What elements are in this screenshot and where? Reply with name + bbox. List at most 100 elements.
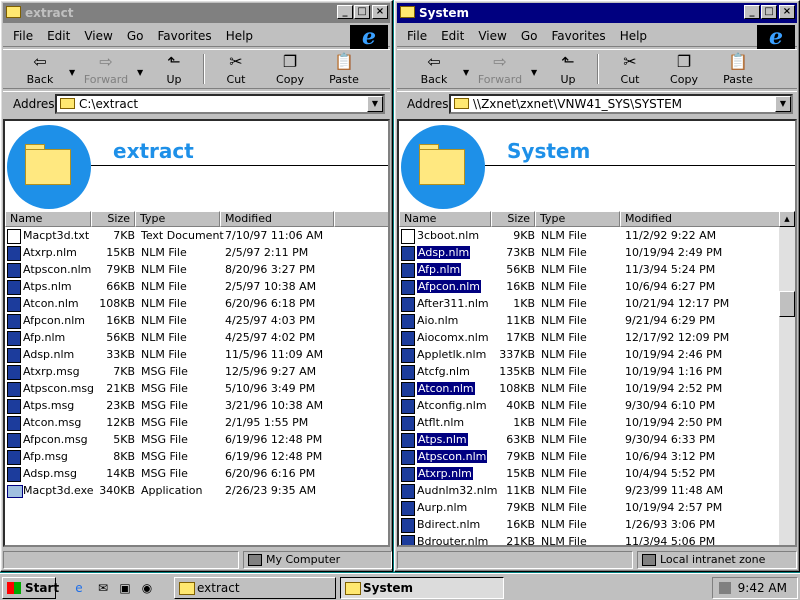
file-name[interactable]: Adsp.nlm <box>5 347 74 363</box>
column-modified[interactable]: Modified <box>620 211 780 227</box>
file-row[interactable]: Atconfig.nlm 40KB NLM File 9/30/94 6:10 PM <box>399 397 779 414</box>
file-row[interactable]: Macpt3d.exe 340KB Application 2/26/23 9:35 … <box>5 482 388 499</box>
menu-help[interactable]: Help <box>620 29 647 43</box>
file-name[interactable]: Atxrp.nlm <box>5 245 77 261</box>
file-name[interactable]: Atpscon.nlm <box>399 449 488 465</box>
forward-button[interactable]: ⇨ Forward <box>83 52 129 88</box>
file-name[interactable]: Bdirect.nlm <box>399 517 480 533</box>
file-row[interactable]: Atflt.nlm 1KB NLM File 10/19/94 2:50 PM <box>399 414 779 431</box>
column-modified[interactable]: Modified <box>220 211 334 227</box>
explorer-window-system[interactable]: System _ □ × File Edit View Go Favorites… <box>394 0 800 572</box>
back-button[interactable]: ⇦ Back <box>411 52 457 88</box>
clock[interactable]: 9:42 AM <box>738 581 787 595</box>
title-bar[interactable]: System _ □ × <box>397 3 797 23</box>
minimize-button[interactable]: _ <box>744 5 760 19</box>
file-name[interactable]: Adsp.msg <box>5 466 77 482</box>
menu-favorites[interactable]: Favorites <box>157 29 211 43</box>
file-name[interactable]: Adsp.nlm <box>399 245 471 261</box>
file-name[interactable]: Atcon.msg <box>5 415 81 431</box>
close-button[interactable]: × <box>372 5 388 19</box>
column-type[interactable]: Type <box>135 211 220 227</box>
scroll-thumb[interactable] <box>779 291 795 317</box>
file-name[interactable]: Aurp.nlm <box>399 500 467 516</box>
file-name[interactable]: Atps.nlm <box>399 432 468 448</box>
back-button[interactable]: ⇦ Back <box>17 52 63 88</box>
address-input[interactable]: \\Zxnet\zxnet\VNW41_SYS\SYSTEM ▼ <box>449 94 793 114</box>
file-row[interactable]: Atcon.msg 12KB MSG File 2/1/95 1:55 PM <box>5 414 388 431</box>
file-row[interactable]: Bdrouter.nlm 21KB NLM File 11/3/94 5:06 PM <box>399 533 779 545</box>
address-dropdown-button[interactable]: ▼ <box>367 96 383 112</box>
file-row[interactable]: Afpcon.nlm 16KB NLM File 4/25/97 4:03 PM <box>5 312 388 329</box>
file-name[interactable]: Macpt3d.txt <box>5 228 89 244</box>
column-size[interactable]: Size <box>491 211 535 227</box>
file-name[interactable]: Atxrp.nlm <box>399 466 473 482</box>
file-name[interactable]: Afp.msg <box>5 449 68 465</box>
maximize-button[interactable]: □ <box>354 5 370 19</box>
menu-file[interactable]: File <box>407 29 427 43</box>
column-size[interactable]: Size <box>91 211 135 227</box>
file-row[interactable]: Atcon.nlm 108KB NLM File 10/19/94 2:52 PM <box>399 380 779 397</box>
file-row[interactable]: After311.nlm 1KB NLM File 10/21/94 12:17 PM <box>399 295 779 312</box>
paste-button[interactable]: 📋 Paste <box>321 52 367 88</box>
file-row[interactable]: Atpscon.nlm 79KB NLM File 8/20/96 3:27 PM <box>5 261 388 278</box>
menu-help[interactable]: Help <box>226 29 253 43</box>
file-name[interactable]: Atpscon.nlm <box>5 262 91 278</box>
ie-quicklaunch-icon[interactable]: e <box>70 579 88 597</box>
file-row[interactable]: Aurp.nlm 79KB NLM File 10/19/94 2:57 PM <box>399 499 779 516</box>
file-row[interactable]: Afp.msg 8KB MSG File 6/19/96 12:48 PM <box>5 448 388 465</box>
address-input[interactable]: C:\extract ▼ <box>55 94 385 114</box>
file-row[interactable]: Aiocomx.nlm 17KB NLM File 12/17/92 12:09 PM <box>399 329 779 346</box>
task-button-extract[interactable]: extract <box>174 577 336 599</box>
file-row[interactable]: Adsp.msg 14KB MSG File 6/20/96 6:16 PM <box>5 465 388 482</box>
cut-button[interactable]: ✂ Cut <box>213 52 259 88</box>
file-row[interactable]: Adsp.nlm 73KB NLM File 10/19/94 2:49 PM <box>399 244 779 261</box>
menu-edit[interactable]: Edit <box>47 29 70 43</box>
file-list-pane[interactable]: System Name Size Type Modified 3cboot.nl… <box>397 119 797 547</box>
forward-dropdown-icon[interactable]: ▼ <box>137 68 143 77</box>
channels-quicklaunch-icon[interactable]: ◉ <box>138 579 156 597</box>
file-row[interactable]: Atxrp.nlm 15KB NLM File 2/5/97 2:11 PM <box>5 244 388 261</box>
explorer-window-extract[interactable]: extract _ □ × File Edit View Go Favorite… <box>0 0 393 572</box>
menu-go[interactable]: Go <box>127 29 144 43</box>
copy-button[interactable]: ❐ Copy <box>267 52 313 88</box>
cut-button[interactable]: ✂ Cut <box>607 52 653 88</box>
file-name[interactable]: Atxrp.msg <box>5 364 80 380</box>
file-name[interactable]: Atcfg.nlm <box>399 364 470 380</box>
file-name[interactable]: Atcon.nlm <box>5 296 79 312</box>
menu-view[interactable]: View <box>478 29 506 43</box>
file-row[interactable]: Adsp.nlm 33KB NLM File 11/5/96 11:09 AM <box>5 346 388 363</box>
file-name[interactable]: Atflt.nlm <box>399 415 464 431</box>
file-row[interactable]: Atps.nlm 66KB NLM File 2/5/97 10:38 AM <box>5 278 388 295</box>
menu-view[interactable]: View <box>84 29 112 43</box>
maximize-button[interactable]: □ <box>761 5 777 19</box>
file-name[interactable]: Afpcon.nlm <box>5 313 85 329</box>
file-row[interactable]: Aio.nlm 11KB NLM File 9/21/94 6:29 PM <box>399 312 779 329</box>
file-row[interactable]: Atcfg.nlm 135KB NLM File 10/19/94 1:16 PM <box>399 363 779 380</box>
address-dropdown-button[interactable]: ▼ <box>775 96 791 112</box>
copy-button[interactable]: ❐ Copy <box>661 52 707 88</box>
file-row[interactable]: Appletlk.nlm 337KB NLM File 10/19/94 2:46 P… <box>399 346 779 363</box>
file-row[interactable]: Macpt3d.txt 7KB Text Document 7/10/97 11:06… <box>5 227 388 244</box>
file-name[interactable]: Aio.nlm <box>399 313 458 329</box>
file-row[interactable]: Atps.msg 23KB MSG File 3/21/96 10:38 AM <box>5 397 388 414</box>
file-row[interactable]: Atps.nlm 63KB NLM File 9/30/94 6:33 PM <box>399 431 779 448</box>
menu-file[interactable]: File <box>13 29 33 43</box>
close-button[interactable]: × <box>779 5 795 19</box>
file-row[interactable]: Atpscon.msg 21KB MSG File 5/10/96 3:49 PM <box>5 380 388 397</box>
column-type[interactable]: Type <box>535 211 620 227</box>
start-button[interactable]: Start <box>2 577 59 599</box>
menu-go[interactable]: Go <box>521 29 538 43</box>
file-row[interactable]: Afpcon.msg 5KB MSG File 6/19/96 12:48 PM <box>5 431 388 448</box>
file-row[interactable]: Atcon.nlm 108KB NLM File 6/20/96 6:18 PM <box>5 295 388 312</box>
outlook-quicklaunch-icon[interactable]: ✉ <box>94 579 112 597</box>
file-name[interactable]: Afpcon.nlm <box>399 279 481 295</box>
file-row[interactable]: Afp.nlm 56KB NLM File 4/25/97 4:02 PM <box>5 329 388 346</box>
scroll-up-button[interactable]: ▲ <box>779 211 795 227</box>
file-row[interactable]: Atpscon.nlm 79KB NLM File 10/6/94 3:12 PM <box>399 448 779 465</box>
file-name[interactable]: Audnlm32.nlm <box>399 483 497 499</box>
file-name[interactable]: Atpscon.msg <box>5 381 94 397</box>
file-row[interactable]: 3cboot.nlm 9KB NLM File 11/2/92 9:22 AM <box>399 227 779 244</box>
minimize-button[interactable]: _ <box>337 5 353 19</box>
column-name[interactable]: Name <box>5 211 91 227</box>
file-name[interactable]: Atcon.nlm <box>399 381 475 397</box>
